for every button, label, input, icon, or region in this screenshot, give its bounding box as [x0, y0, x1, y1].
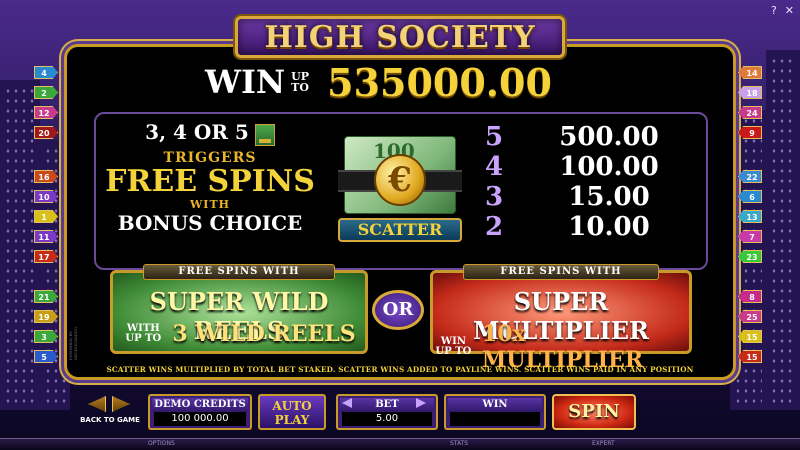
credits-value: 100 000.00: [154, 412, 246, 426]
scatter-payout-table: 5 500.00 4 100.00 3 15.00 2 10.00: [474, 122, 704, 242]
win-prefix: WIN: [205, 63, 286, 101]
feature-header: FREE SPINS WITH: [463, 264, 659, 280]
payout-row: 5 500.00: [474, 122, 704, 152]
scatter-mini-icon: [254, 123, 275, 146]
autoplay-button[interactable]: AUTO PLAY: [258, 394, 326, 430]
spin-button[interactable]: SPIN: [552, 394, 636, 430]
credits-display: DEMO CREDITS 100 000.00: [148, 394, 252, 430]
win-upto: UP TO: [291, 70, 310, 94]
options-menu[interactable]: OPTIONS: [148, 440, 175, 447]
free-spins-label: FREE SPINS: [105, 163, 315, 199]
trigger-text: 3, 4 OR 5 TRIGGERS FREE SPINS WITH BONUS…: [100, 120, 320, 235]
window-controls: ? ✕: [771, 4, 794, 17]
payout-count: 3: [484, 182, 504, 212]
payout-count: 5: [484, 122, 504, 152]
payout-row: 3 15.00: [474, 182, 704, 212]
scatter-symbol: 100 € SCATTER: [338, 132, 462, 242]
max-win-line: WIN UP TO 535000.00: [205, 59, 552, 105]
payout-value: 500.00: [559, 122, 659, 152]
credits-title: DEMO CREDITS: [152, 398, 248, 412]
payout-count: 4: [484, 152, 504, 182]
win-value: [450, 412, 540, 426]
autoplay-line1: AUTO: [272, 399, 312, 413]
bonus-choice-label: BONUS CHOICE: [117, 210, 303, 235]
win-display: WIN: [444, 394, 546, 430]
back-arrow-left-icon[interactable]: [88, 396, 106, 412]
feature-sub-big: 3 WILD REELS: [172, 321, 356, 347]
developer-credit: POWERED BY MICROGAMING: [68, 326, 78, 360]
trigger-count: 3, 4 OR 5: [145, 120, 249, 144]
scatter-label: SCATTER: [338, 218, 462, 242]
back-to-game-label[interactable]: BACK TO GAME: [80, 416, 140, 424]
back-arrow-right-icon[interactable]: [112, 396, 130, 412]
bet-value: 5.00: [342, 412, 432, 426]
game-title-plaque: HIGH SOCIETY: [235, 16, 565, 58]
payout-count: 2: [484, 212, 504, 242]
payout-value: 100.00: [559, 152, 659, 182]
control-bar: BACK TO GAME DEMO CREDITS 100 000.00 AUT…: [0, 386, 800, 450]
autoplay-line2: PLAY: [274, 413, 310, 427]
with-label: WITH: [189, 197, 231, 211]
feature-header: FREE SPINS WITH: [143, 264, 335, 280]
expert-menu[interactable]: EXPERT: [592, 440, 615, 447]
help-icon[interactable]: ?: [771, 4, 777, 17]
close-icon[interactable]: ✕: [785, 4, 794, 17]
payout-row: 4 100.00: [474, 152, 704, 182]
payout-value: 10.00: [568, 212, 650, 242]
feature-sub-small: WITH UP TO: [125, 323, 162, 344]
max-win-amount: 535000.00: [327, 59, 552, 105]
game-title: HIGH SOCIETY: [264, 19, 536, 55]
payout-value: 15.00: [568, 182, 650, 212]
feature-sub-small: WIN UP TO: [435, 336, 472, 357]
bottom-menu-bar: OPTIONS STATS EXPERT: [0, 438, 800, 450]
euro-coin-icon: €: [374, 154, 426, 206]
building: [766, 50, 800, 410]
feature-subline: WITH UP TO 3 WILD REELS: [113, 321, 365, 347]
super-multiplier-feature: FREE SPINS WITH SUPER MULTIPLIER WIN UP …: [430, 264, 692, 373]
stats-menu[interactable]: STATS: [450, 440, 468, 447]
super-wild-reels-feature: FREE SPINS WITH SUPER WILD REELS WITH UP…: [110, 264, 368, 354]
or-badge: OR: [372, 290, 424, 330]
win-title: WIN: [448, 398, 542, 412]
scatter-disclaimer: SCATTER WINS MULTIPLIED BY TOTAL BET STA…: [106, 365, 694, 374]
payout-row: 2 10.00: [474, 212, 704, 242]
